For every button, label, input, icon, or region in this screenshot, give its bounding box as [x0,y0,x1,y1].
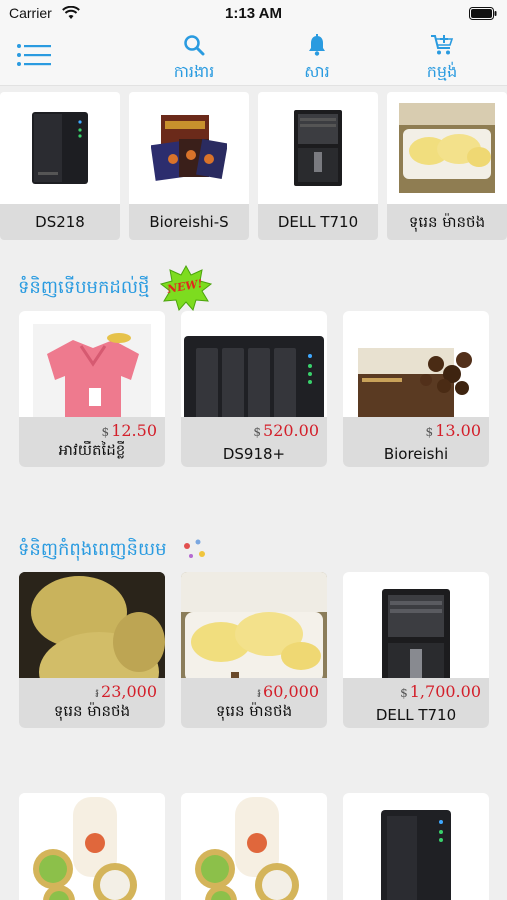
product-name: ទុរេន ម៉ានថង [387,204,507,240]
clock: 1:13 AM [225,5,282,22]
price: ៛ 23,000 [95,682,157,701]
recent-product-card[interactable]: DELL T710 [258,92,378,240]
product-footer: ៛ 60,000 ទុរេន ម៉ានថង [181,678,327,728]
product-footer: $12.50 អាវយឺតដៃខ្លី [19,417,165,467]
status-bar: Carrier 1:13 AM [0,0,507,28]
product-name: ទុរេន ម៉ានថង [215,702,293,720]
search-tab-label: ការងារ [173,62,215,81]
product-name: ទុរេន ម៉ានថង [53,702,131,720]
product-card[interactable]: $12.50 អាវយឺតដៃខ្លី [19,311,165,467]
product-image [258,92,378,204]
product-card[interactable] [181,793,327,900]
cart-tab[interactable]: កម្មង់ [402,34,482,85]
product-image [343,793,489,900]
product-name: DELL T710 [375,706,457,724]
product-image [181,793,327,900]
search-tab[interactable]: ការងារ [154,34,234,85]
product-name: DELL T710 [258,204,378,240]
notifications-tab-label: សារ [304,62,330,81]
notifications-tab[interactable]: សារ [277,34,357,85]
product-footer: $520.00 DS918+ [181,417,327,467]
product-image [0,92,120,204]
price: $12.50 [101,421,157,440]
product-card[interactable]: $1,700.00 DELL T710 [343,572,489,728]
menu-button[interactable] [16,42,52,72]
new-arrivals-title: ទំនិញទើបមកដល់ថ្មី [18,277,150,298]
popular-title: ទំនិញកំពុងពេញនិយម [18,539,167,560]
price: $1,700.00 [400,682,481,701]
price: $520.00 [253,421,319,440]
product-card[interactable]: ៛ 60,000 ទុរេន ម៉ានថង [181,572,327,728]
product-name: DS918+ [222,445,286,463]
product-footer: $13.00 Bioreishi [343,417,489,467]
sparkle-icon [182,538,208,566]
hamburger-icon [17,44,51,66]
battery-icon [469,7,497,20]
add-to-cart-icon [431,35,454,55]
product-footer: $1,700.00 DELL T710 [343,678,489,728]
product-name: DS218 [0,204,120,240]
product-card[interactable] [19,793,165,900]
product-image [387,92,507,204]
product-name: Bioreishi [383,445,449,463]
recent-products-strip[interactable]: DS218 Bioreishi-S DELL T710 ទុរេន ម៉ានថង [0,92,507,242]
recent-product-card[interactable]: Bioreishi-S [129,92,249,240]
recent-product-card[interactable]: DS218 [0,92,120,240]
product-name: អាវយឺតដៃខ្លី [58,441,126,459]
product-card[interactable]: $520.00 DS918+ [181,311,327,467]
recent-product-card[interactable]: ទុរេន ម៉ានថង [387,92,507,240]
cart-tab-label: កម្មង់ [426,62,458,81]
product-card[interactable]: $13.00 Bioreishi [343,311,489,467]
product-image [19,793,165,900]
search-icon [184,35,205,56]
bell-icon [309,34,325,56]
product-card[interactable] [343,793,489,900]
price: $13.00 [425,421,481,440]
product-image [129,92,249,204]
new-badge-icon: NEW! [159,264,213,312]
product-footer: ៛ 23,000 ទុរេន ម៉ានថង [19,678,165,728]
price: ៛ 60,000 [257,682,319,701]
product-name: Bioreishi-S [129,204,249,240]
product-card[interactable]: ៛ 23,000 ទុរេន ម៉ានថង [19,572,165,728]
top-navigation: ការងារ សារ កម្មង់ [0,28,507,86]
